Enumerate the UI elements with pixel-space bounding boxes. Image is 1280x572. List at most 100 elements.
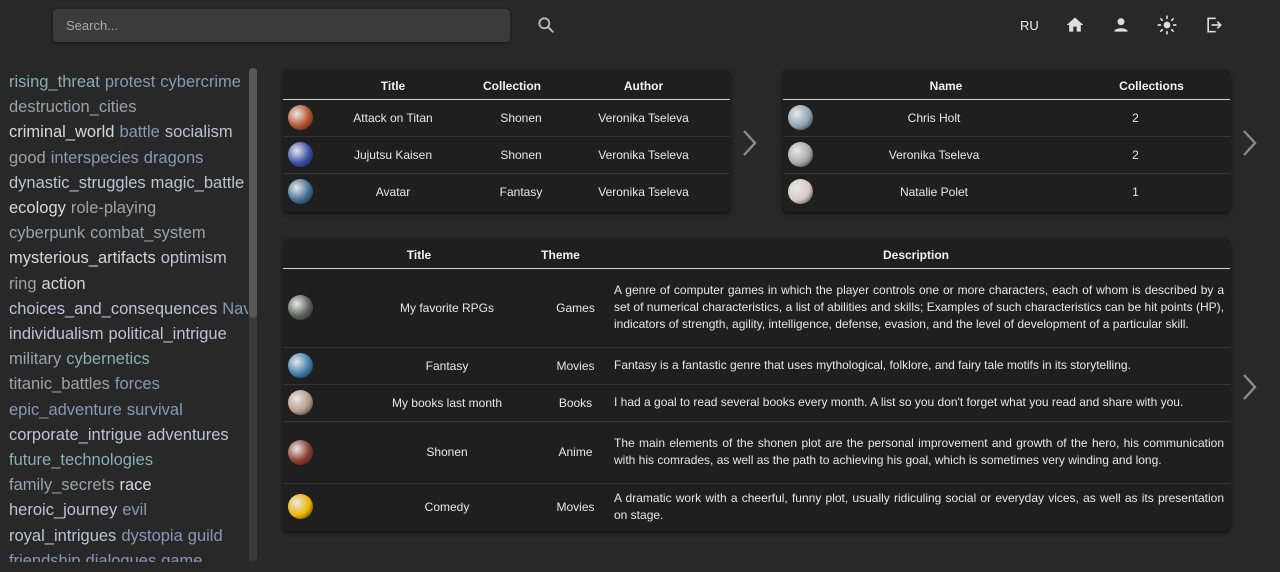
- collection-avatar: [288, 353, 313, 378]
- tag-line: good interspecies dragons: [9, 146, 248, 171]
- collection-description: The main elements of the shonen plot are…: [602, 421, 1230, 484]
- tag-link[interactable]: family_secrets: [9, 476, 114, 494]
- tag-link[interactable]: titanic_battles: [9, 375, 110, 393]
- language-toggle[interactable]: RU: [1020, 18, 1039, 33]
- tag-line: military cybernetics: [9, 347, 248, 372]
- tag-link[interactable]: ecology: [9, 199, 66, 217]
- items-next-arrow-icon[interactable]: [741, 128, 759, 158]
- collection-theme: Books: [519, 384, 602, 422]
- tag-link[interactable]: cybernetics: [66, 350, 149, 368]
- table-row[interactable]: Avatar Fantasy Veronika Tseleva: [283, 173, 730, 210]
- table-row[interactable]: My books last month Books I had a goal t…: [283, 384, 1230, 422]
- tag-link[interactable]: criminal_world: [9, 123, 114, 141]
- logout-icon[interactable]: [1204, 15, 1224, 35]
- collection-theme: Movies: [556, 499, 595, 514]
- table-row[interactable]: Natalie Polet 1: [783, 173, 1230, 210]
- tag-link[interactable]: destruction_cities: [9, 98, 136, 116]
- collection-title: My books last month: [319, 384, 519, 422]
- tag-link[interactable]: future_technologies: [9, 451, 153, 469]
- tag-link[interactable]: friendship: [9, 552, 81, 562]
- col-title: Title: [319, 239, 519, 269]
- tag-link[interactable]: military: [9, 350, 61, 368]
- collection-description: I had a goal to read several books every…: [602, 384, 1230, 422]
- user-collections-count: 2: [1073, 136, 1230, 174]
- user-collections-count: 2: [1073, 99, 1230, 137]
- user-name: Veronika Tseleva: [819, 136, 1073, 174]
- tag-line: titanic_battles forces: [9, 372, 248, 397]
- tag-link[interactable]: magic_battle: [151, 174, 245, 192]
- tag-link[interactable]: dystopia: [121, 527, 182, 545]
- tag-link[interactable]: combat_system: [90, 224, 206, 242]
- tag-line: rising_threat protest cybercrime: [9, 70, 248, 95]
- tag-link[interactable]: interspecies: [51, 149, 139, 167]
- collection-avatar: [288, 295, 313, 320]
- tag-link[interactable]: Navi: [222, 300, 248, 318]
- theme-sun-icon[interactable]: [1157, 15, 1177, 35]
- tag-link[interactable]: good: [9, 149, 46, 167]
- tag-link[interactable]: heroic_journey: [9, 501, 117, 519]
- tag-link[interactable]: game: [161, 552, 202, 562]
- tag-line: epic_adventure survival: [9, 398, 248, 423]
- table-row[interactable]: Comedy Movies A dramatic work with a che…: [283, 483, 1230, 530]
- tag-link[interactable]: action: [42, 275, 86, 293]
- tag-link[interactable]: race: [119, 476, 151, 494]
- tag-link[interactable]: survival: [127, 401, 183, 419]
- tag-link[interactable]: dialogues: [86, 552, 157, 562]
- tag-line: family_secrets race: [9, 473, 248, 498]
- tag-link[interactable]: political_intrigue: [108, 325, 226, 343]
- tag-link[interactable]: dragons: [144, 149, 204, 167]
- tag-link[interactable]: corporate_intrigue: [9, 426, 142, 444]
- tag-link[interactable]: evil: [122, 501, 147, 519]
- table-row[interactable]: Fantasy Movies Fantasy is a fantastic ge…: [283, 347, 1230, 385]
- table-row[interactable]: Shonen Anime The main elements of the sh…: [283, 421, 1230, 484]
- table-row[interactable]: Chris Holt 2: [783, 99, 1230, 137]
- tag-link[interactable]: battle: [119, 123, 159, 141]
- table-row[interactable]: Veronika Tseleva 2: [783, 136, 1230, 174]
- collection-theme: Games: [519, 268, 602, 348]
- col-author: Author: [557, 70, 730, 100]
- tag-link[interactable]: optimism: [161, 249, 227, 267]
- tag-link[interactable]: epic_adventure: [9, 401, 122, 419]
- users-next-arrow-icon[interactable]: [1241, 128, 1259, 158]
- table-row[interactable]: My favorite RPGs Games A genre of comput…: [283, 268, 1230, 348]
- tag-link[interactable]: cyberpunk: [9, 224, 85, 242]
- tag-link[interactable]: role-playing: [71, 199, 156, 217]
- tag-link[interactable]: cybercrime: [160, 73, 241, 91]
- tag-link[interactable]: socialism: [165, 123, 233, 141]
- item-collection: Shonen: [467, 99, 557, 137]
- item-avatar: [288, 105, 313, 130]
- latest-items-card: Title Collection Author Attack on Titan …: [283, 70, 730, 212]
- tag-line: mysterious_artifacts optimism: [9, 246, 248, 271]
- tag-link[interactable]: adventures: [147, 426, 229, 444]
- tag-link[interactable]: individualism: [9, 325, 103, 343]
- search-input[interactable]: [53, 9, 510, 42]
- item-author: Veronika Tseleva: [557, 99, 730, 137]
- tag-link[interactable]: forces: [115, 375, 160, 393]
- user-name: Chris Holt: [819, 99, 1073, 137]
- table-row[interactable]: Attack on Titan Shonen Veronika Tseleva: [283, 99, 730, 137]
- tag-line: royal_intrigues dystopia guild: [9, 524, 248, 549]
- tag-link[interactable]: royal_intrigues: [9, 527, 116, 545]
- item-collection: Fantasy: [499, 184, 543, 199]
- collection-title: My favorite RPGs: [319, 268, 519, 348]
- tag-link[interactable]: dynastic_struggles: [9, 174, 146, 192]
- latest-items-table: Title Collection Author Attack on Titan …: [283, 70, 730, 210]
- home-icon[interactable]: [1065, 15, 1085, 35]
- tag-line: individualism political_intrigue: [9, 322, 248, 347]
- tag-link[interactable]: ring: [9, 275, 37, 293]
- table-row[interactable]: Jujutsu Kaisen Shonen Veronika Tseleva: [283, 136, 730, 174]
- tag-link[interactable]: rising_threat: [9, 73, 100, 91]
- item-avatar: [288, 142, 313, 167]
- user-icon[interactable]: [1111, 15, 1131, 35]
- item-title: Attack on Titan: [319, 99, 467, 137]
- tag-link[interactable]: choices_and_consequences: [9, 300, 217, 318]
- collections-next-arrow-icon[interactable]: [1241, 372, 1259, 402]
- collection-theme: Movies: [519, 347, 602, 385]
- tag-link[interactable]: guild: [188, 527, 223, 545]
- collection-title: Comedy: [424, 499, 470, 514]
- tag-link[interactable]: mysterious_artifacts: [9, 249, 156, 267]
- tag-link[interactable]: protest: [105, 73, 155, 91]
- search-icon[interactable]: [536, 15, 556, 35]
- sidebar-scrollbar-thumb[interactable]: [249, 68, 257, 318]
- tag-cloud: rising_threat protest cybercrime destructio…: [0, 70, 248, 562]
